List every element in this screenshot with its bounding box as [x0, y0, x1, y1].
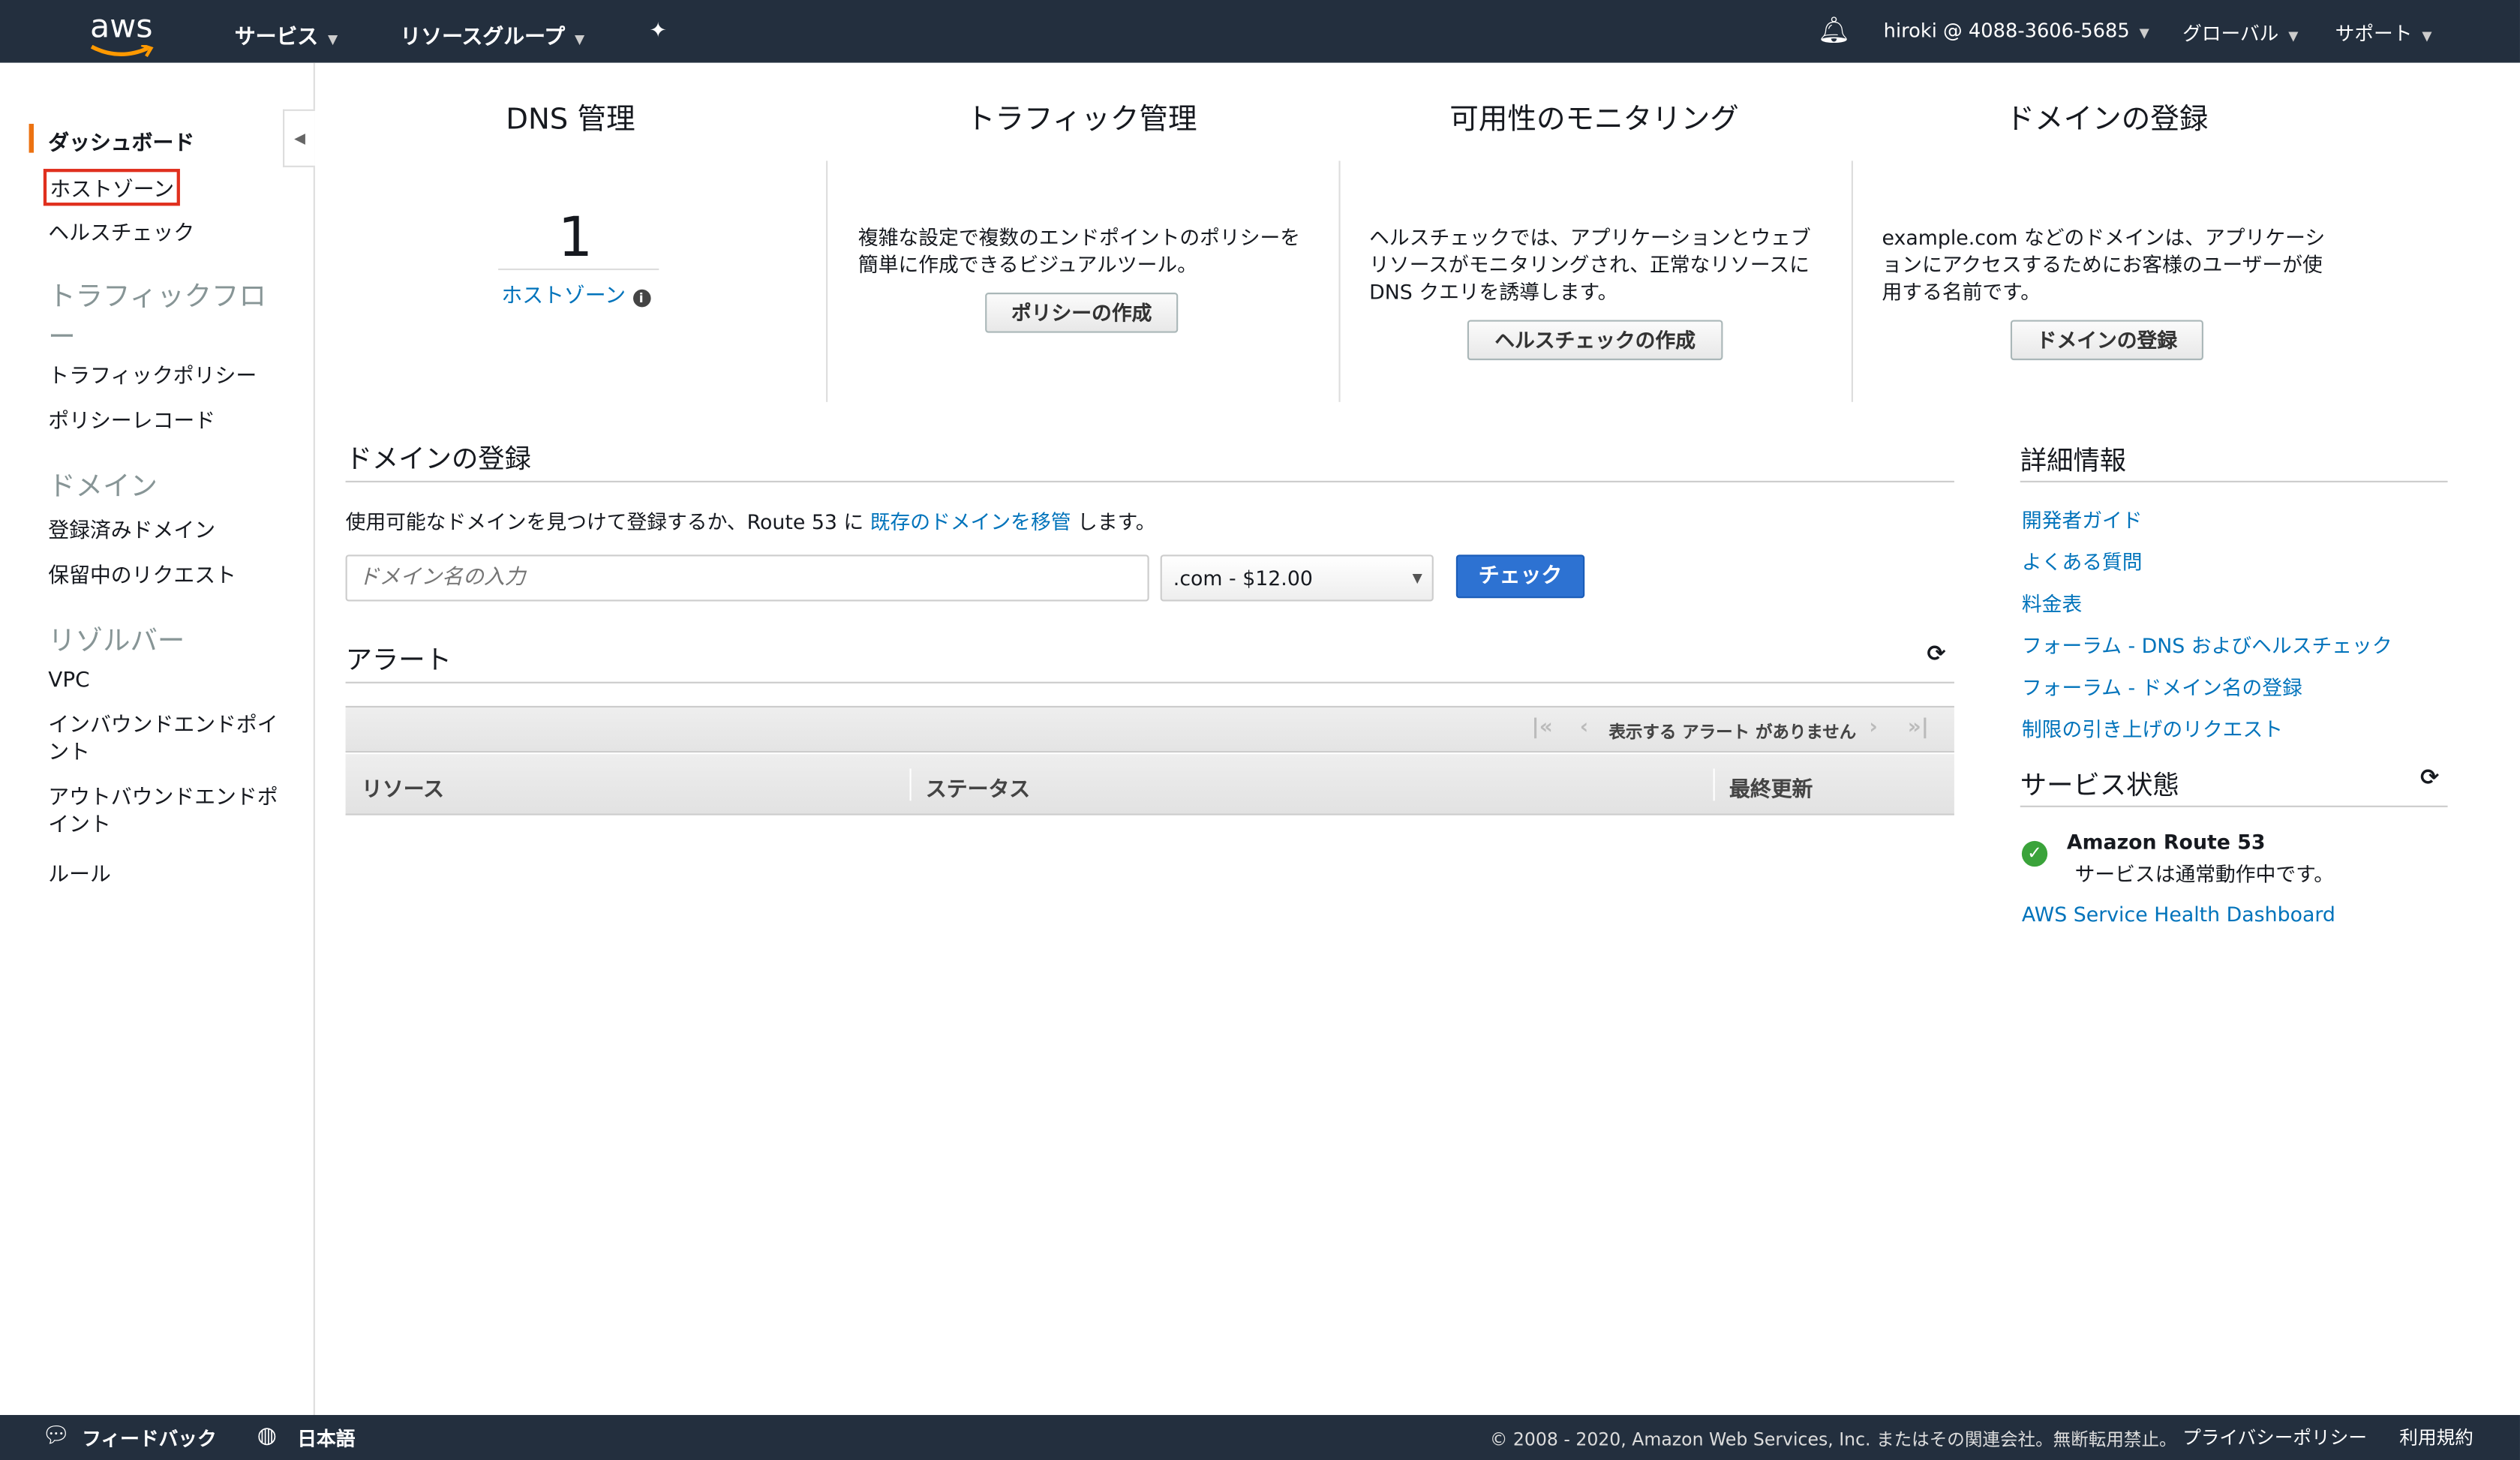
card-availability: 可用性のモニタリング: [1338, 97, 1849, 139]
sidebar-item-pending-requests[interactable]: 保留中のリクエスト: [48, 558, 236, 589]
more-info-heading: 詳細情報: [2020, 439, 2126, 477]
region-menu[interactable]: グローバル▼: [2182, 20, 2298, 47]
tld-select[interactable]: .com - $12.00▼: [1161, 554, 1434, 601]
card-title: トラフィック管理: [826, 97, 1337, 139]
forum-domain-link[interactable]: フォーラム - ドメイン名の登録: [2022, 671, 2302, 701]
sidebar-item-policy-records[interactable]: ポリシーレコード: [48, 404, 215, 434]
first-page-icon[interactable]: |«: [1532, 716, 1553, 740]
sidebar-item-outbound-endpoints[interactable]: アウトバウンドエンドポイント: [48, 785, 289, 840]
chat-bubble-icon: 💬︎: [42, 1423, 71, 1449]
collapse-sidebar-button[interactable]: ◀: [283, 110, 315, 167]
sidebar-section-domains: ドメイン: [48, 463, 158, 503]
create-health-check-button[interactable]: ヘルスチェックの作成: [1467, 320, 1723, 360]
privacy-link[interactable]: プライバシーポリシー: [2182, 1425, 2367, 1450]
service-health-heading: サービス状態: [2020, 764, 2179, 802]
account-menu[interactable]: hiroki @ 4088-3606-5685▼: [1884, 20, 2149, 42]
faq-link[interactable]: よくある質問: [2022, 545, 2143, 576]
card-description: ヘルスチェックでは、アプリケーションとウェブリソースがモニタリングされ、正常なリ…: [1369, 224, 1822, 305]
alerts-heading: アラート: [346, 638, 452, 677]
card-domain-registration: ドメインの登録: [1852, 97, 2362, 139]
service-state: サービスは通常動作中です。: [2075, 857, 2334, 888]
column-last-updated[interactable]: 最終更新: [1729, 772, 1813, 803]
chevron-down-icon: ▼: [1413, 557, 1422, 600]
sidebar-item-vpc[interactable]: VPC: [48, 669, 89, 693]
pager-text: 表示する アラート がありません: [1608, 720, 1856, 744]
pin-icon[interactable]: ✦: [649, 20, 666, 44]
check-button[interactable]: チェック: [1456, 554, 1584, 598]
alerts-pager: |« ‹ 表示する アラート がありません › »|: [346, 706, 1954, 753]
hosted-zones-link[interactable]: ホストゾーン: [501, 284, 626, 308]
transfer-domain-link[interactable]: 既存のドメインを移管: [870, 509, 1071, 533]
footer: 💬︎ フィードバック ◍ 日本語 © 2008 - 2020, Amazon W…: [0, 1415, 2520, 1460]
copyright: © 2008 - 2020, Amazon Web Services, Inc.…: [1490, 1426, 2177, 1452]
forum-dns-link[interactable]: フォーラム - DNS およびヘルスチェック: [2022, 629, 2392, 659]
create-policy-button[interactable]: ポリシーの作成: [985, 293, 1178, 333]
service-name: Amazon Route 53: [2067, 830, 2266, 854]
limit-increase-link[interactable]: 制限の引き上げのリクエスト: [2022, 712, 2283, 743]
bell-icon[interactable]: 🔔︎: [1818, 14, 1851, 45]
top-nav: aws サービス▼ リソースグループ▼ ✦ 🔔︎ hiroki @ 4088-3…: [0, 0, 2520, 63]
check-circle-icon: ✓: [2022, 841, 2047, 867]
language-selector[interactable]: 日本語: [297, 1425, 355, 1452]
card-title: 可用性のモニタリング: [1338, 97, 1849, 139]
active-indicator: [29, 124, 34, 153]
refresh-icon[interactable]: ⟳: [2420, 765, 2439, 791]
domain-registration-heading: ドメインの登録: [346, 437, 531, 476]
health-dashboard-link[interactable]: AWS Service Health Dashboard: [2022, 902, 2335, 926]
sidebar-item-traffic-policies[interactable]: トラフィックポリシー: [48, 359, 257, 389]
sidebar-item-dashboard[interactable]: ダッシュボード: [48, 125, 194, 156]
support-menu[interactable]: サポート▼: [2335, 20, 2432, 47]
sidebar-item-health-checks[interactable]: ヘルスチェック: [48, 215, 194, 246]
feedback-link[interactable]: フィードバック: [82, 1425, 216, 1452]
domain-name-input[interactable]: [346, 554, 1149, 601]
card-traffic: トラフィック管理: [826, 97, 1337, 139]
services-menu[interactable]: サービス▼: [235, 20, 338, 50]
developer-guide-link[interactable]: 開発者ガイド: [2022, 503, 2143, 534]
card-title: DNS 管理: [315, 97, 826, 139]
pricing-link[interactable]: 料金表: [2022, 587, 2082, 617]
next-page-icon[interactable]: ›: [1869, 716, 1877, 740]
aws-logo[interactable]: aws: [90, 7, 153, 45]
sidebar-item-rules[interactable]: ルール: [48, 857, 111, 888]
sidebar-item-hosted-zones[interactable]: ホストゾーン: [44, 169, 181, 206]
column-status[interactable]: ステータス: [926, 772, 1030, 803]
column-resource[interactable]: リソース: [362, 772, 444, 803]
info-icon[interactable]: i: [632, 290, 650, 308]
domain-registration-text: 使用可能なドメインを見つけて登録するか、Route 53 に 既存のドメインを移…: [346, 505, 1156, 536]
terms-link[interactable]: 利用規約: [2399, 1425, 2473, 1450]
card-dns: DNS 管理: [315, 97, 826, 139]
sidebar-section-resolver: リゾルバー: [48, 617, 185, 658]
smile-icon: [90, 45, 155, 58]
prev-page-icon[interactable]: ‹: [1580, 716, 1588, 740]
resource-groups-menu[interactable]: リソースグループ▼: [400, 20, 584, 50]
card-title: ドメインの登録: [1852, 97, 2362, 139]
register-domain-button[interactable]: ドメインの登録: [2011, 320, 2203, 360]
last-page-icon[interactable]: »|: [1908, 716, 1929, 740]
sidebar: ダッシュボード ホストゾーン ヘルスチェック トラフィックフロー トラフィックポ…: [0, 63, 315, 1415]
globe-icon: ◍: [257, 1423, 277, 1449]
sidebar-item-inbound-endpoints[interactable]: インバウンドエンドポイント: [48, 712, 289, 767]
refresh-icon[interactable]: ⟳: [1927, 641, 1945, 667]
hosted-zone-count: 1: [546, 206, 604, 270]
card-description: 複雑な設定で複数のエンドポイントのポリシーを簡単に作成できるビジュアルツール。: [858, 224, 1308, 278]
sidebar-section-traffic-flow: トラフィックフロー: [48, 273, 273, 353]
alerts-table-header: リソース ステータス 最終更新: [346, 754, 1954, 815]
sidebar-item-registered-domains[interactable]: 登録済みドメイン: [48, 513, 215, 544]
card-description: example.com などのドメインは、アプリケーションにアクセスするためにお…: [1882, 224, 2335, 305]
